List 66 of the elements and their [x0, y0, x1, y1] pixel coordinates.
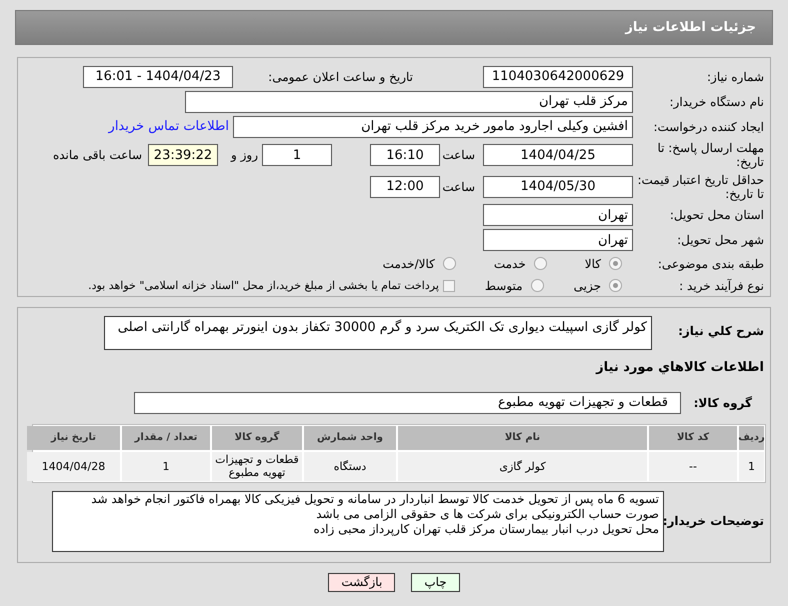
field-label: تاریخ و ساعت اعلان عمومی:: [267, 70, 413, 84]
radio-label: کالا: [584, 256, 601, 273]
radio-button[interactable]: [609, 257, 622, 270]
table-cell: --: [649, 452, 737, 480]
field-label: گروه کالا:: [692, 396, 753, 410]
text-field[interactable]: تهران: [483, 204, 633, 226]
radio-label: کالا/خدمت: [382, 256, 435, 273]
table-cell: 1404/04/28: [27, 452, 120, 480]
print-button[interactable]: چاپ: [411, 573, 460, 592]
column-header: تعداد / مقدار: [122, 426, 210, 450]
field-label: توضیحات خریدار:: [664, 514, 764, 528]
field-label: طبقه بندی موضوعی:: [656, 256, 764, 271]
text-field[interactable]: 1404/04/25: [483, 144, 633, 166]
text-field[interactable]: مرکز قلب تهران: [185, 91, 633, 113]
radio-label: خدمت: [494, 256, 526, 273]
text-field[interactable]: 16:10: [370, 144, 440, 166]
text-field[interactable]: تهران: [483, 229, 633, 252]
field-label: شرح کلي نياز:: [677, 323, 764, 338]
radio-label: جزیی: [574, 278, 601, 295]
description-textarea[interactable]: کولر گازی اسپیلت دیواری تک الکتریک سرد و گرم 30000 تکفاز بدون اینورتر بهمراه گارانتی اصلی: [104, 316, 652, 350]
column-header: ردیف: [739, 426, 764, 450]
field-label: نام دستگاه خریدار:: [668, 95, 764, 109]
field-label: ایجاد کننده درخواست:: [652, 120, 764, 134]
radio-label: متوسط: [484, 278, 523, 295]
column-header: نام کالا: [398, 426, 647, 450]
field-label: مهلت ارسال پاسخ: تا تاریخ:: [656, 141, 764, 170]
radio-button[interactable]: [530, 279, 544, 292]
column-header: گروه کالا: [212, 426, 302, 450]
column-header: واحد شمارش: [304, 426, 396, 450]
field-label: نوع فرآیند خرید :: [678, 278, 764, 293]
page-title: جزئیات اطلاعات نیاز: [625, 18, 756, 37]
announce-date-field[interactable]: 1404/04/23 - 16:01: [83, 66, 233, 88]
radio-button[interactable]: [609, 279, 622, 292]
payment-note: پرداخت تمام یا بخشی از مبلغ خرید،از محل "اسناد خزانه اسلامی" خواهد بود.: [88, 278, 439, 294]
field-label: ساعت باقی مانده: [52, 148, 143, 162]
radio-button[interactable]: [534, 257, 547, 270]
table-cell: دستگاه: [304, 452, 396, 480]
text-field[interactable]: افشین وکیلی اجارود مامور خرید مرکز قلب تهران: [233, 116, 633, 138]
text-field[interactable]: 1: [262, 144, 332, 166]
field-label: ساعت: [441, 148, 476, 162]
table-cell: 1: [122, 452, 210, 480]
field-label: حداقل تاریخ اعتبار قیمت: تا تاریخ:: [636, 172, 764, 201]
remaining-time-field[interactable]: 23:39:22: [148, 144, 218, 166]
table-cell: قطعات و تجهیزات تهویه مطبوع: [212, 452, 302, 480]
text-field[interactable]: 12:00: [370, 176, 440, 198]
field-label: شهر محل تحویل:: [676, 233, 764, 248]
radio-button[interactable]: [442, 257, 456, 270]
field-label: روز و: [230, 148, 259, 162]
section-title: اطلاعات کالاهاي مورد نياز: [594, 359, 764, 377]
note-line: تسویه 6 ماه پس از تحویل خدمت کالا توسط انباردار در سامانه و تحویل فیزیکی کالا بهمراه فاکتور انجام خواهد شد: [90, 492, 659, 506]
text-field[interactable]: 1404/05/30: [483, 176, 633, 198]
field-label: ساعت: [441, 180, 476, 194]
field-label: شماره نیاز:: [706, 70, 764, 84]
field-label: استان محل تحویل:: [668, 208, 764, 222]
note-line: محل تحویل درب انبار بیمارستان مرکز قلب تهران کارپرداز محبی زاده: [312, 522, 659, 536]
need-number-field[interactable]: 1104030642000629: [483, 66, 633, 88]
note-line: صورت حساب الکترونیکی برای شرکت ها ی حقوقی الزامی می باشد: [315, 506, 659, 522]
buyer-notes-textarea[interactable]: [52, 490, 664, 552]
table-cell: 1: [739, 452, 764, 480]
buyer-contact-link[interactable]: اطلاعات تماس خریدار: [108, 117, 229, 137]
column-header: کد کالا: [649, 426, 737, 450]
table-cell: کولر گازی: [398, 452, 647, 480]
back-button[interactable]: بازگشت: [328, 573, 396, 592]
checkbox[interactable]: [442, 280, 455, 292]
goods-group-field[interactable]: قطعات و تجهیزات تهویه مطبوع: [134, 392, 681, 414]
column-header: تاریخ نیاز: [27, 426, 120, 450]
